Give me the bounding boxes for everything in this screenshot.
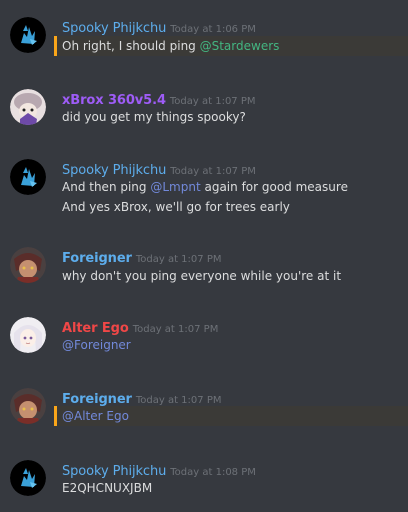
spooky-avatar-icon[interactable] xyxy=(10,460,46,496)
author-name[interactable]: Spooky Phijkchu xyxy=(62,21,166,36)
author-name[interactable]: Foreigner xyxy=(62,251,132,266)
author-name[interactable]: Alter Ego xyxy=(62,321,129,336)
message-content: why don't you ping everyone while you're… xyxy=(62,269,342,283)
message-content: @Alter Ego xyxy=(62,406,129,426)
timestamp: Today at 1:07 PM xyxy=(132,324,219,335)
timestamp: Today at 1:06 PM xyxy=(170,24,256,35)
author-name[interactable]: Spooky Phijkchu xyxy=(62,464,166,479)
timestamp: Today at 1:07 PM xyxy=(135,395,222,406)
alter-ego-avatar-icon[interactable] xyxy=(10,317,46,353)
timestamp: Today at 1:08 PM xyxy=(170,467,256,478)
timestamp: Today at 1:07 PM xyxy=(169,96,256,107)
xbrox-avatar-icon[interactable] xyxy=(10,89,46,125)
foreigner-avatar-icon[interactable] xyxy=(10,388,46,424)
author-name[interactable]: Foreigner xyxy=(62,392,132,407)
author-name[interactable]: xBrox 360v5.4 xyxy=(62,93,166,108)
message-content: And then ping @Lmpnt again for good meas… xyxy=(62,180,348,194)
message-content: Oh right, I should ping @Stardewers xyxy=(62,39,280,53)
user-mention[interactable]: @Alter Ego xyxy=(62,409,129,423)
chat-message-list: Spooky Phijkchu Today at 1:06 PM Oh right… xyxy=(0,0,408,512)
timestamp: Today at 1:07 PM xyxy=(170,166,256,177)
message-content: And yes xBrox, we'll go for trees early xyxy=(62,200,290,214)
message-content: @Foreigner xyxy=(62,335,131,355)
spooky-avatar-icon[interactable] xyxy=(10,17,46,53)
message-content: did you get my things spooky? xyxy=(62,110,246,124)
user-mention[interactable]: @Lmpnt xyxy=(150,180,200,194)
user-mention[interactable]: @Foreigner xyxy=(62,338,131,352)
role-mention[interactable]: @Stardewers xyxy=(200,39,280,53)
timestamp: Today at 1:07 PM xyxy=(135,254,222,265)
author-name[interactable]: Spooky Phijkchu xyxy=(62,163,166,178)
message-content: E2QHCNUXJBM xyxy=(62,481,153,495)
foreigner-avatar-icon[interactable] xyxy=(10,247,46,283)
spooky-avatar-icon[interactable] xyxy=(10,159,46,195)
